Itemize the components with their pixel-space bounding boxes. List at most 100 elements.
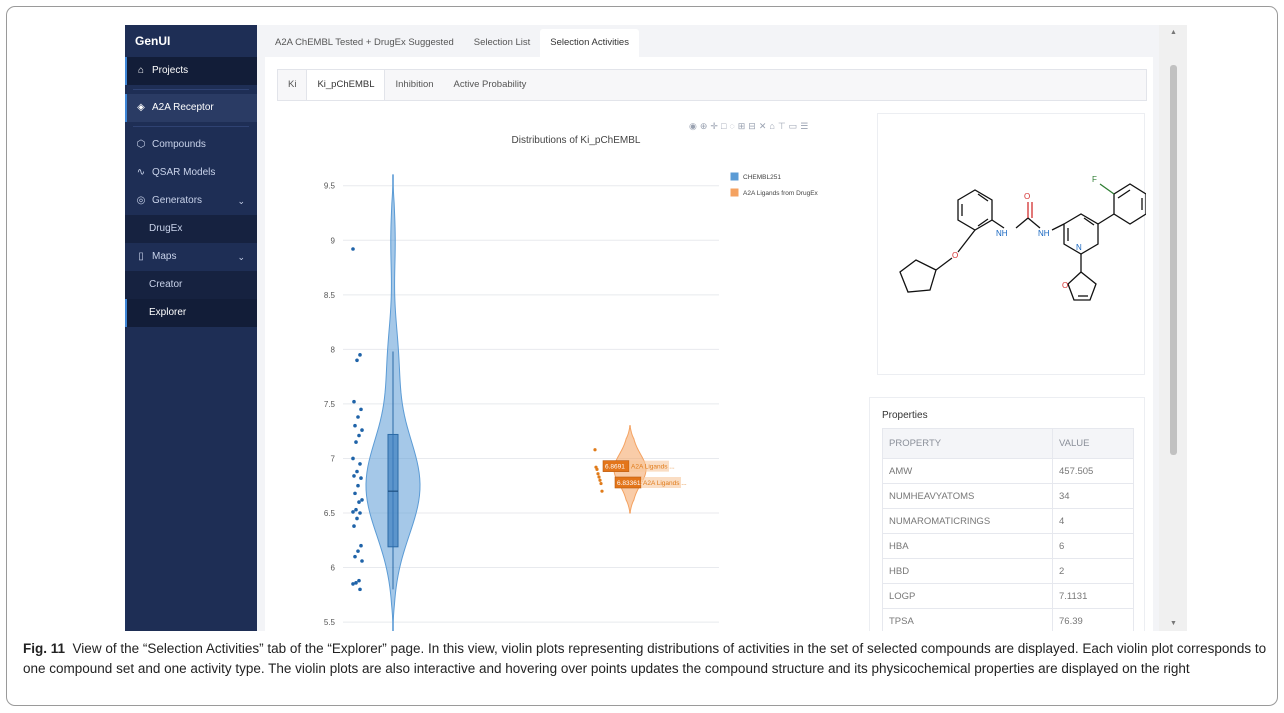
zoom-out-icon[interactable]: ⊟ (748, 121, 759, 131)
sidebar-item-label: QSAR Models (152, 167, 216, 178)
data-point (352, 524, 356, 528)
sidebar: GenUI ⌂ Projects ◈ A2A Receptor ⬡ Compou… (125, 25, 257, 631)
sidebar-item-explorer[interactable]: Explorer (125, 299, 257, 327)
scroll-up-icon[interactable]: ▲ (1169, 29, 1178, 36)
legend-swatch (730, 172, 739, 181)
sidebar-item-label: DrugEx (149, 223, 183, 234)
property-name: HBA (882, 533, 1053, 559)
data-point (593, 448, 597, 452)
tab-chembl-tested-drugex[interactable]: A2A ChEMBL Tested + DrugEx Suggested (265, 29, 464, 57)
plot-title: Distributions of Ki_pChEMBL (511, 135, 641, 146)
data-point (598, 478, 602, 482)
sidebar-item-a2a-receptor[interactable]: ◈ A2A Receptor (125, 94, 257, 122)
plot-modebar[interactable]: ◉⊕✛□◌⊞⊟✕⌂⊤▭☰ (689, 121, 811, 132)
sidebar-item-qsar-models[interactable]: ∿ QSAR Models (125, 159, 257, 187)
data-point (357, 433, 361, 438)
sidebar-item-label: Generators (152, 195, 203, 206)
data-point (355, 516, 359, 521)
property-value: 457.505 (1052, 458, 1134, 484)
data-point (597, 475, 601, 479)
table-row: AMW 457.505 (882, 458, 1134, 484)
tab-inhibition[interactable]: Inhibition (385, 70, 443, 100)
pan-icon[interactable]: ✛ (710, 121, 721, 131)
table-row: NUMHEAVYATOMS 34 (882, 483, 1134, 509)
scroll-down-icon[interactable]: ▼ (1169, 620, 1178, 627)
tab-ki[interactable]: Ki (278, 70, 306, 100)
reset-axes-icon[interactable]: ⌂ (769, 121, 777, 131)
y-tick-label: 7.5 (324, 400, 336, 409)
lasso-icon[interactable]: ◌ (729, 121, 737, 131)
column-header-value: VALUE (1052, 428, 1134, 459)
zoom-icon[interactable]: ⊕ (700, 121, 711, 131)
sidebar-item-label: Creator (149, 279, 183, 290)
map-icon: ▯ (138, 251, 144, 262)
chevron-down-icon: ⌄ (237, 252, 245, 262)
data-point (353, 554, 357, 559)
hover-compare-icon[interactable]: ☰ (800, 121, 811, 131)
sidebar-item-drugex[interactable]: DrugEx (125, 215, 257, 243)
spike-lines-icon[interactable]: ⊤ (778, 121, 789, 131)
data-point (351, 456, 355, 461)
data-point (351, 510, 355, 514)
hover-label-text: A2A Ligands ... (643, 480, 687, 487)
data-point (358, 587, 362, 592)
property-name: LOGP (882, 583, 1053, 609)
data-point (356, 483, 360, 488)
data-point (352, 399, 356, 404)
data-point (359, 543, 363, 548)
tab-ki-pchembl[interactable]: Ki_pChEMBL (306, 70, 386, 100)
data-point (354, 440, 358, 444)
sidebar-divider (133, 89, 249, 90)
sidebar-item-projects[interactable]: ⌂ Projects (125, 57, 257, 85)
molecule-structure: NH O NH O N F O (899, 175, 1147, 301)
data-point (353, 491, 357, 496)
tab-selection-list[interactable]: Selection List (464, 29, 541, 57)
data-point (599, 481, 603, 486)
page-tabs: A2A ChEMBL Tested + DrugEx Suggested Sel… (265, 29, 639, 57)
property-value: 4 (1052, 508, 1134, 534)
chevron-down-icon: ⌄ (237, 196, 245, 206)
main-area: A2A ChEMBL Tested + DrugEx Suggested Sel… (257, 25, 1159, 631)
data-point (351, 247, 355, 251)
camera-icon[interactable]: ◉ (689, 121, 700, 131)
cube-icon: ⬡ (136, 139, 146, 150)
data-point (352, 474, 356, 478)
sidebar-item-compounds[interactable]: ⬡ Compounds (125, 131, 257, 159)
y-tick-label: 6.5 (324, 509, 336, 518)
property-name: TPSA (882, 608, 1053, 631)
tab-selection-activities[interactable]: Selection Activities (540, 29, 639, 57)
hover-label-value: 6.833615 (617, 480, 644, 487)
data-point (600, 489, 604, 493)
home-icon: ⌂ (137, 65, 145, 76)
y-tick-label: 7 (331, 454, 336, 463)
atom-label: O (952, 251, 958, 260)
data-point (357, 578, 361, 583)
data-point (596, 472, 600, 476)
hover-closest-icon[interactable]: ▭ (789, 121, 801, 131)
violin-plot[interactable]: 5.5 6 6.5 7 7.5 8 8.5 9 9.5 6.8691 A2A Ligands ...… (285, 113, 867, 631)
property-value: 76.39 (1052, 608, 1134, 631)
data-point (358, 462, 362, 466)
data-point (358, 511, 362, 515)
properties-title: Properties (882, 410, 928, 421)
zoom-in-icon[interactable]: ⊞ (738, 121, 749, 131)
figure-frame: GenUI ⌂ Projects ◈ A2A Receptor ⬡ Compou… (6, 6, 1278, 706)
atom-label: NH (1038, 229, 1050, 238)
y-tick-label: 8.5 (324, 291, 336, 300)
y-tick-label: 6 (331, 564, 336, 573)
property-value: 2 (1052, 558, 1134, 584)
sidebar-item-maps[interactable]: ▯ Maps ⌄ (125, 243, 257, 271)
content-panel: Ki Ki_pChEMBL Inhibition Active Probabil… (265, 57, 1153, 631)
legend-label: CHEMBL251 (743, 174, 781, 181)
sidebar-item-generators[interactable]: ◎ Generators ⌄ (125, 187, 257, 215)
legend-swatch (730, 188, 739, 197)
sidebar-item-creator[interactable]: Creator (125, 271, 257, 299)
data-point (360, 498, 364, 502)
scrollbar-thumb[interactable] (1170, 65, 1177, 455)
hover-label-text: A2A Ligands ... (631, 464, 675, 471)
vertical-scrollbar[interactable]: ▲ ▼ (1159, 25, 1187, 631)
tab-active-probability[interactable]: Active Probability (444, 70, 537, 100)
activity-tabs: Ki Ki_pChEMBL Inhibition Active Probabil… (277, 69, 1147, 101)
autoscale-icon[interactable]: ✕ (759, 121, 770, 131)
data-point (359, 407, 363, 412)
